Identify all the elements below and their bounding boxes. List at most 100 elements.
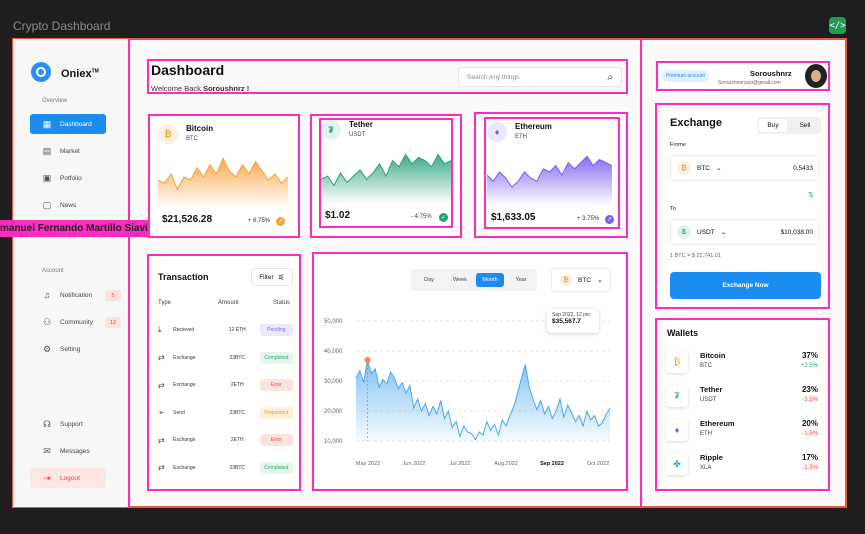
coin-select-value: BTC [578,276,591,284]
sidebar-item-community[interactable]: ⚇ Community 12 [30,312,121,332]
sidebar-item-label: Support [60,420,83,428]
coin-change: + 6.75% [248,218,271,224]
sidebar-item-portfolio[interactable]: ▣ Potfolio [30,168,106,188]
wallet-icon: ▣ [42,173,52,183]
user-name: Soroushnrz [750,69,792,78]
table-row[interactable]: ➢ Send 23BTC Requested [158,406,294,420]
tab-day[interactable]: Day [415,273,443,287]
column-type: Type [158,300,172,306]
trend-icon: ↗ [276,217,285,226]
wallet-name: Ripple [700,453,723,462]
table-row[interactable]: ⇄ Exchange 23BTC Completed [158,351,294,365]
transaction-type: Exchange [173,464,196,471]
table-row[interactable]: ⇄ Exchange 23BTC Completed [158,461,294,475]
news-icon: ▢ [42,200,52,210]
sidebar-item-label: Messages [60,447,90,455]
coin-select[interactable]: ₿ BTC ⌄ [551,268,611,292]
coin-change: + 3.75% [577,216,600,222]
y-tick-label: 10,000 [324,439,343,445]
buy-button[interactable]: Buy [759,119,787,132]
column-amount: Amount [218,300,239,306]
coin-price: $1.02 [325,210,351,221]
from-field[interactable]: ₿ BTC ⌄ 0.5433 [670,155,820,181]
exchange-rate: 1 BTC = $ 22,741.01 [670,253,721,259]
table-row[interactable]: ⇄ Exchange 2ETH Error [158,378,294,392]
sidebar-item-messages[interactable]: ✉ Messages [30,441,106,461]
wallet-item-tether[interactable]: ₮ Tether USDT 23% -3.5% [666,385,820,411]
tab-year[interactable]: Year [507,273,535,287]
transaction-type: Send [173,409,185,416]
to-field[interactable]: $ USDT ⌄ $10,038.00 [670,219,820,245]
logout-icon: ⇥ [43,473,51,483]
bitcoin-icon: ₿ [560,274,572,286]
to-value: $10,038.00 [780,228,813,236]
chevron-down-icon: ⌄ [716,165,722,172]
transaction-amount: 23BTC [229,464,246,471]
transaction-type: Exchange [173,437,196,443]
coin-sparkline [158,157,288,208]
gear-icon: ⚙ [42,344,52,354]
community-badge: 12 [105,317,121,328]
from-coin: BTC [697,164,710,172]
tab-month[interactable]: Month [476,273,504,287]
ripple-icon: ✤ [666,453,688,475]
sell-button[interactable]: Sell [791,119,819,132]
wallet-change: +2.5% [800,363,818,369]
right-column-divider [640,39,642,507]
tether-icon: ₮ [321,120,341,140]
trend-icon: ↗ [605,215,614,224]
tether-icon: ₮ [666,385,688,407]
filter-button[interactable]: Filter ⚟ [251,268,293,286]
table-row[interactable]: ⤓ Recieved 12 ETH Pending [158,323,294,337]
swap-icon[interactable]: ⇅ [808,191,814,199]
search-input[interactable]: Search Any things ⌕ [458,67,622,87]
logout-button[interactable]: ⇥ Logout [30,468,106,488]
chart-tooltip: Sep 2022, 12 pm $35,567.7 [547,309,599,333]
transaction-amount: 12 ETH [228,327,246,333]
from-value: 0.5433 [793,164,813,172]
sidebar-item-label: News [60,201,77,209]
search-icon[interactable]: ⌕ [607,72,613,83]
sidebar-item-label: Logout [60,474,80,482]
x-tick-label: May 2022 [356,461,380,467]
bitcoin-icon: ₿ [677,161,691,175]
code-icon[interactable]: </> [829,17,846,34]
wallet-item-ethereum[interactable]: ♦ Ethereum ETH 20% -1.5% [666,419,820,445]
sidebar-item-news[interactable]: ▢ News [30,195,106,215]
chart-icon: ▤ [42,146,52,156]
column-status: Status [273,300,291,306]
status-badge: Pending [259,324,294,336]
wallet-item-bitcoin[interactable]: ₿ Bitcoin BTC 37% +2.5% [666,351,820,377]
transaction-type-icon: ⇄ [158,380,165,390]
page-title: Dashboard [151,62,225,78]
wallet-symbol: ETH [700,431,712,437]
message-icon: ✉ [43,446,51,456]
coin-name: Bitcoin [186,124,214,133]
sidebar-item-notification[interactable]: ♫ Notification 5 [30,285,121,305]
coin-symbol: USDT [349,132,366,138]
welcome-text: Welcome Back Soroushnrz ! [151,84,250,93]
wallet-item-ripple[interactable]: ✤ Ripple XLA 17% -1.5% [666,453,820,479]
transaction-type: Exchange [173,382,196,388]
highlight-point[interactable] [364,357,371,363]
sidebar-item-label: Potfolio [60,174,82,182]
tab-week[interactable]: Week [446,273,474,287]
sidebar-item-market[interactable]: ▤ Market [30,141,106,161]
sidebar-item-support[interactable]: ☊ Support [30,414,106,434]
ethereum-icon: ♦ [666,419,688,441]
filter-label: Filter [259,273,274,281]
sliders-icon: ⚟ [277,272,285,282]
sidebar-item-setting[interactable]: ⚙ Setting [30,339,106,359]
exchange-now-button[interactable]: Exchange Now [670,272,821,299]
avatar[interactable] [805,64,827,88]
wallet-name: Bitcoin [700,351,726,360]
transaction-title: Transaction [158,272,209,282]
sidebar [13,39,130,507]
headset-icon: ☊ [43,419,51,429]
table-row[interactable]: ⇄ Exchange 2ETH Error [158,433,294,447]
sidebar-item-dashboard[interactable]: ▦ Dashboard [30,114,106,134]
x-tick-label: Jul 2022 [450,461,471,467]
to-label: To [670,206,676,212]
wallet-change: -1.5% [802,431,818,437]
wallet-symbol: BTC [700,363,712,369]
